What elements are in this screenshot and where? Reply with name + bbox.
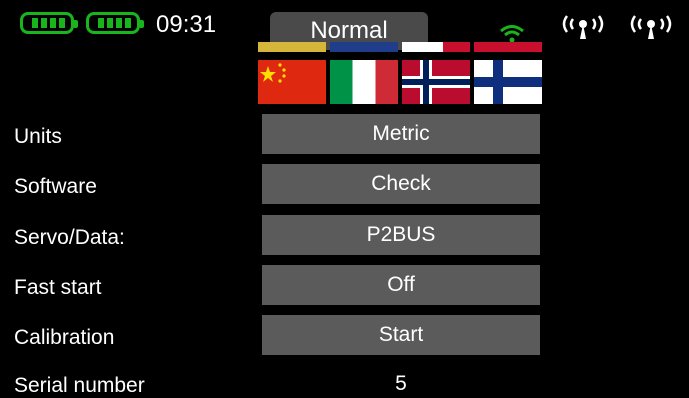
flag-partial[interactable] <box>258 42 326 52</box>
calibration-start-button[interactable]: Start <box>262 315 540 355</box>
units-label: Units <box>14 125 62 148</box>
china-flag[interactable] <box>258 60 326 104</box>
finland-flag[interactable] <box>474 60 542 104</box>
antenna-icon <box>630 15 672 39</box>
software-check-button[interactable]: Check <box>262 164 540 204</box>
fast-start-button[interactable]: Off <box>262 265 540 305</box>
italy-flag[interactable] <box>330 60 398 104</box>
units-button[interactable]: Metric <box>262 114 540 154</box>
servo-data-button[interactable]: P2BUS <box>262 215 540 255</box>
fast-start-label: Fast start <box>14 276 102 299</box>
software-label: Software <box>14 175 97 198</box>
flag-partial[interactable] <box>474 42 542 52</box>
status-bar: 09:31 Normal <box>0 0 689 50</box>
language-flag-grid <box>258 42 544 106</box>
antenna-icon <box>562 15 604 39</box>
serial-number-label: Serial number <box>14 374 145 397</box>
flag-partial[interactable] <box>402 42 470 52</box>
battery-icon <box>20 12 78 34</box>
serial-number-value: 5 <box>395 372 407 395</box>
norway-flag[interactable] <box>402 60 470 104</box>
calibration-label: Calibration <box>14 326 115 349</box>
servo-data-label: Servo/Data: <box>14 226 125 249</box>
wifi-icon <box>500 25 524 43</box>
battery-icon <box>86 12 144 34</box>
clock-time: 09:31 <box>156 11 217 38</box>
flag-partial[interactable] <box>330 42 398 52</box>
